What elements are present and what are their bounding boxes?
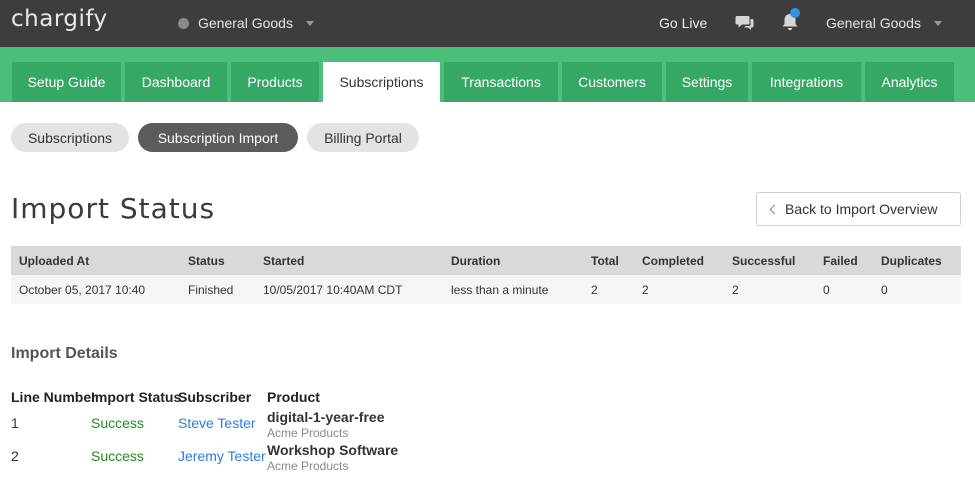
product-name: Workshop Software xyxy=(267,442,399,458)
line-number: 1 xyxy=(11,415,19,431)
tab-transactions[interactable]: Transactions xyxy=(444,62,558,102)
import-status-success: Success xyxy=(91,448,144,464)
product-family: Acme Products xyxy=(267,426,349,440)
status-table-header: Uploaded At Status Started Duration Tota… xyxy=(11,246,961,275)
tab-products[interactable]: Products xyxy=(231,62,319,102)
details-header-subscriber: Subscriber xyxy=(178,389,252,405)
table-row: October 05, 2017 10:40 Finished 10/05/20… xyxy=(11,275,961,304)
subscriber-link[interactable]: Jeremy Tester xyxy=(178,448,266,464)
site-status-dot-icon xyxy=(178,17,189,29)
tab-analytics[interactable]: Analytics xyxy=(865,62,954,102)
started-value: 10/05/2017 10:40AM CDT xyxy=(263,282,403,297)
back-to-import-overview-button[interactable]: Back to Import Overview xyxy=(756,192,961,226)
tab-dashboard[interactable]: Dashboard xyxy=(125,62,227,102)
tab-integrations[interactable]: Integrations xyxy=(752,62,861,102)
completed-value: 2 xyxy=(642,282,649,297)
chevron-down-icon xyxy=(305,20,314,26)
chat-icon[interactable] xyxy=(735,14,755,32)
subscriber-link[interactable]: Steve Tester xyxy=(178,415,256,431)
column-header-total: Total xyxy=(591,253,619,268)
site-name: General Goods xyxy=(198,15,293,31)
total-value: 2 xyxy=(591,282,598,297)
status-value: Finished xyxy=(188,282,234,297)
subnav-subscriptions[interactable]: Subscriptions xyxy=(11,123,129,152)
tab-settings[interactable]: Settings xyxy=(666,62,748,102)
column-header-duplicates: Duplicates xyxy=(881,253,942,268)
import-details-title: Import Details xyxy=(11,345,118,362)
uploaded-at-link[interactable]: October 05, 2017 10:40 xyxy=(19,275,145,304)
notification-badge xyxy=(790,8,800,18)
details-header-line-number: Line Number xyxy=(11,389,97,405)
column-header-uploaded-at: Uploaded At xyxy=(19,253,90,268)
chevron-down-icon xyxy=(933,20,942,26)
column-header-completed: Completed xyxy=(642,253,705,268)
duplicates-value: 0 xyxy=(881,282,888,297)
account-switcher[interactable]: General Goods xyxy=(826,14,942,32)
column-header-failed: Failed xyxy=(823,253,858,268)
duration-value: less than a minute xyxy=(451,282,549,297)
subnav-subscription-import[interactable]: Subscription Import xyxy=(138,123,298,152)
details-header-import-status: Import Status xyxy=(91,389,182,405)
tab-subscriptions[interactable]: Subscriptions xyxy=(323,62,440,102)
site-switcher[interactable]: General Goods xyxy=(178,14,314,32)
line-number: 2 xyxy=(11,448,19,464)
chargify-logo[interactable]: chargify xyxy=(11,6,108,32)
page-title: Import Status xyxy=(11,192,216,225)
details-header-product: Product xyxy=(267,389,320,405)
top-bar: chargify General Goods Go Live General G… xyxy=(0,0,975,47)
column-header-duration: Duration xyxy=(451,253,501,268)
subnav-billing-portal[interactable]: Billing Portal xyxy=(307,123,419,152)
tab-setup-guide[interactable]: Setup Guide xyxy=(12,62,121,102)
column-header-successful: Successful xyxy=(732,253,796,268)
product-family: Acme Products xyxy=(267,459,349,473)
back-button-label: Back to Import Overview xyxy=(785,201,938,217)
tab-customers[interactable]: Customers xyxy=(562,62,662,102)
column-header-status: Status xyxy=(188,253,225,268)
go-live-link[interactable]: Go Live xyxy=(659,15,707,31)
column-header-started: Started xyxy=(263,253,305,268)
failed-value: 0 xyxy=(823,282,830,297)
successful-value: 2 xyxy=(732,282,739,297)
import-status-success: Success xyxy=(91,415,144,431)
product-name: digital-1-year-free xyxy=(267,409,385,425)
account-name: General Goods xyxy=(826,15,921,31)
chevron-left-icon xyxy=(769,204,780,214)
